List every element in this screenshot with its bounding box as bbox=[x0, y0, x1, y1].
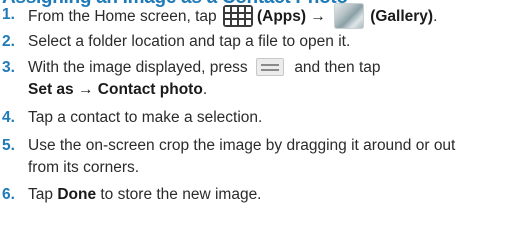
step-number: 5. bbox=[2, 137, 15, 154]
step-text: From the Home screen, tap bbox=[28, 8, 217, 26]
step-text: Tap bbox=[28, 186, 53, 203]
gallery-label: (Gallery) bbox=[370, 8, 434, 26]
document-page: Assigning an Image as a Contact Photo 1.… bbox=[0, 0, 530, 248]
step-text-line2: from its corners. bbox=[28, 159, 140, 176]
step-number: 1. bbox=[2, 6, 15, 23]
step-number: 2. bbox=[2, 33, 15, 50]
apps-grid-icon bbox=[222, 5, 253, 27]
step-text-cont: to store the new image. bbox=[100, 186, 262, 203]
step-text-line1: Use the on-screen crop the image by drag… bbox=[28, 137, 456, 154]
done-label: Done bbox=[57, 186, 97, 203]
step-text: With the image displayed, press bbox=[28, 59, 248, 76]
set-as-contact-photo: Set as → Contact photo bbox=[28, 81, 203, 98]
period: . bbox=[433, 8, 438, 26]
gallery-icon bbox=[334, 3, 365, 29]
menu-icon bbox=[256, 57, 284, 76]
step-number: 3. bbox=[2, 59, 15, 76]
step-text: Tap a contact to make a selection. bbox=[28, 109, 263, 126]
step-text-cont: and then tap bbox=[294, 59, 381, 76]
arrow: → bbox=[310, 8, 326, 26]
apps-label: (Apps) bbox=[256, 8, 307, 26]
period: . bbox=[202, 81, 208, 98]
step-number: 6. bbox=[2, 186, 15, 203]
step-text: Select a folder location and tap a file … bbox=[28, 33, 351, 50]
step-number: 4. bbox=[2, 109, 15, 126]
